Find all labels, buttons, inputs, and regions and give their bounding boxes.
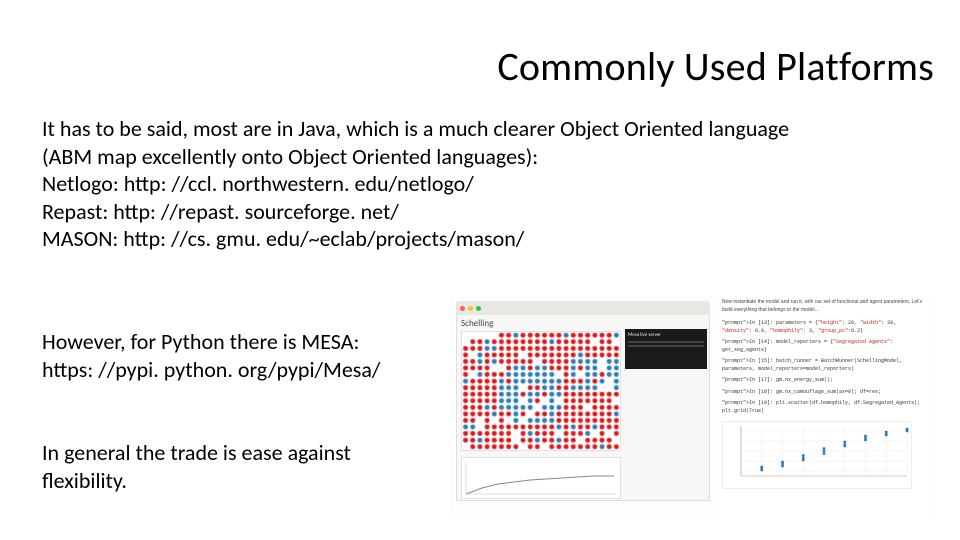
mock-titlebar (456, 301, 710, 315)
schelling-grid-panel (461, 331, 621, 451)
intro-paragraph: It has to be said, most are in Java, whi… (42, 115, 842, 170)
slider-icon (628, 341, 704, 343)
control-panel: Mesa live server (625, 329, 707, 369)
notebook-scatter-chart (722, 421, 912, 489)
body-text-block: It has to be said, most are in Java, whi… (42, 115, 842, 253)
notebook-cell: "prompt">In [13]: parameters = {"height"… (722, 320, 926, 335)
slide-title: Commonly Used Platforms (0, 42, 960, 91)
control-panel-text: Mesa live server (628, 332, 661, 338)
trade-paragraph: In general the trade is ease against fle… (42, 439, 422, 494)
mock-app-window: Schelling Mesa live server (456, 301, 710, 501)
repast-line: Repast: http: //repast. sourceforge. net… (42, 198, 842, 226)
maximize-icon (476, 306, 481, 311)
mesa-paragraph-1: However, for Python there is MESA: (42, 328, 422, 356)
line-chart-icon (462, 458, 620, 498)
notebook-intro-text: Now instantiate the model and run it, wi… (722, 299, 926, 314)
notebook-cell: "prompt">In [15]: batch_runner = BatchRu… (722, 358, 926, 373)
mock-window-label: Schelling (461, 318, 705, 329)
notebook-cell: "prompt">In [19]: plt.scatter(df.homophi… (722, 400, 926, 415)
close-icon (460, 306, 465, 311)
lower-left-block: However, for Python there is MESA: https… (42, 328, 422, 494)
mesa-paragraph-2: https: //pypi. python. org/pypi/Mesa/ (42, 356, 422, 384)
notebook-cell: "prompt">In [14]: model_reporters = {"Se… (722, 339, 926, 354)
line-chart-panel (461, 457, 621, 499)
minimize-icon (468, 306, 473, 311)
netlogo-line: Netlogo: http: //ccl. northwestern. edu/… (42, 170, 842, 198)
schelling-grid-canvas (462, 332, 620, 450)
mason-line: MASON: http: //cs. gmu. edu/~eclab/proje… (42, 225, 842, 253)
mock-notebook: Now instantiate the model and run it, wi… (716, 295, 932, 515)
mesa-screenshot: Schelling Mesa live server (450, 295, 936, 515)
slide: Commonly Used Platforms It has to be sai… (0, 0, 960, 540)
notebook-cell: "prompt">In [18]: gm.nx_camouflage_sum(a… (722, 389, 926, 397)
scatter-plot-icon (723, 422, 911, 488)
mock-window-body: Schelling Mesa live server (456, 315, 710, 501)
slider-icon (628, 345, 704, 347)
notebook-cell: "prompt">In [17]: gm.nx_energy_sum(); (722, 377, 926, 385)
notebook-cells: "prompt">In [13]: parameters = {"height"… (722, 320, 926, 415)
